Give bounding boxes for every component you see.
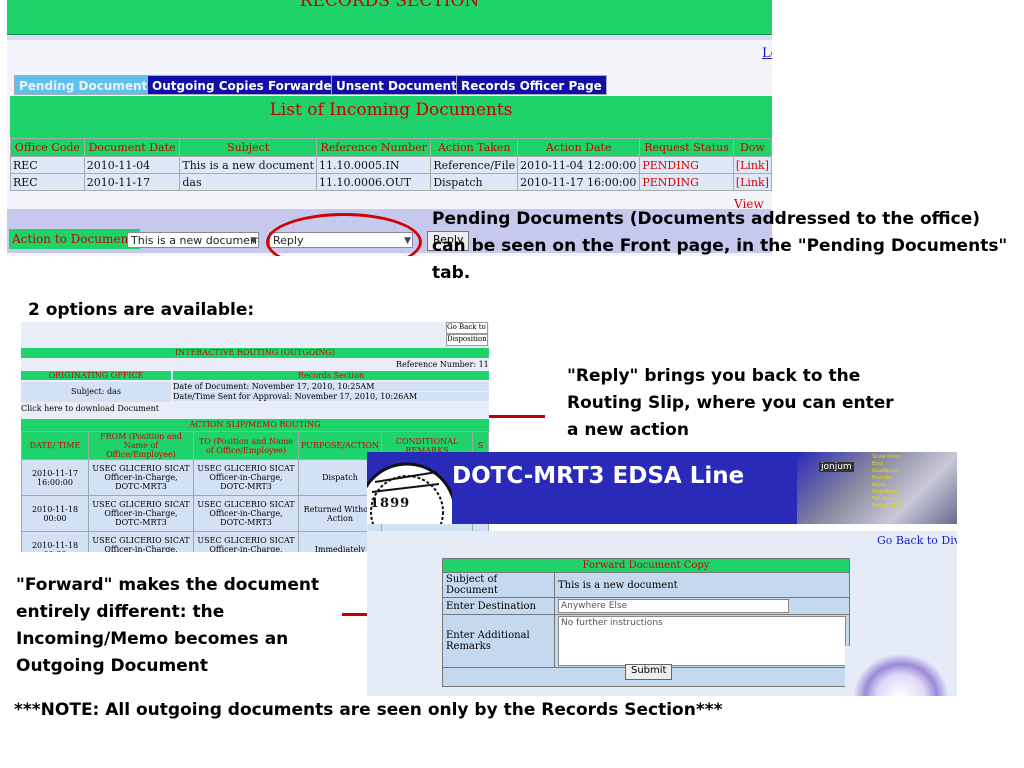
column-header[interactable]: Action Taken [430, 138, 519, 157]
download-link[interactable]: [Link] [732, 173, 772, 191]
chevron-down-icon: ▼ [250, 236, 257, 246]
table-cell: This is a new document [179, 156, 318, 174]
status-cell: PENDING [639, 173, 734, 191]
station-link[interactable]: Guadalupe [872, 468, 901, 475]
table-cell: 2010-11-17 16:00:00 [21, 459, 89, 496]
table-row[interactable]: REC 2010-11-17 das 11.10.0006.OUT Dispat… [10, 173, 772, 191]
section-title: ACTION SLIP/MEMO ROUTING [189, 420, 321, 429]
mrt3-seal-icon [367, 462, 452, 524]
table-row[interactable]: REC 2010-11-04 This is a new document 11… [10, 156, 772, 174]
submit-button[interactable]: Submit [625, 664, 673, 680]
originating-office-label: ORIGINATING OFFICE [48, 371, 144, 380]
column-header[interactable]: Dow [732, 138, 772, 157]
forward-caption: "Forward" makes the document entirely di… [16, 575, 320, 676]
subject-value: This is a new document [554, 572, 850, 598]
remarks-label: Enter Additional Remarks [442, 614, 555, 668]
table-cell: USEC GLICERIO SICAT Officer-in-Charge, D… [193, 459, 299, 496]
action-label: Action to Document: [9, 229, 141, 249]
column-header[interactable]: Document Date [83, 138, 181, 157]
table-cell: 2010-11-04 12:00:00 [517, 156, 641, 174]
tab-outgoing-copies-forwarded[interactable]: Outgoing Copies Forwarded [147, 75, 346, 95]
table-cell: USEC GLICERIO SICAT Officer-in-Charge, D… [88, 531, 194, 552]
options-caption: 2 options are available: [28, 300, 255, 320]
document-select[interactable]: This is a new document ▼ [127, 232, 259, 248]
remarks-textarea[interactable]: No further instructions [558, 616, 846, 666]
column-header[interactable]: Action Date [517, 138, 641, 157]
go-back-button[interactable]: Go Back to [446, 322, 488, 334]
table-cell: USEC GLICERIO SICAT Officer-in-Charge, D… [88, 459, 194, 496]
table-cell: USEC GLICERIO SICAT Officer-in-Charge, D… [193, 531, 299, 552]
station-link[interactable]: Show Room [872, 503, 901, 510]
subject-label: Subject of Document [442, 572, 555, 598]
table-header-row: Office Code Document Date Subject Refere… [10, 138, 772, 157]
download-link[interactable]: [Link] [732, 156, 772, 174]
download-document-link[interactable]: Click here to download Document [21, 404, 159, 413]
station-link[interactable]: Ayala [872, 482, 901, 489]
note-caption: ***NOTE: All outgoing documents are seen… [14, 700, 723, 720]
reply-caption: "Reply" brings you back to the Routing S… [567, 366, 894, 440]
document-select-value: This is a new document [131, 234, 259, 247]
decorative-swirl [845, 646, 957, 696]
tab-records-officer-page[interactable]: Records Officer Page [456, 75, 607, 95]
destination-label: Enter Destination [442, 597, 555, 615]
forward-document-screenshot: Go Back to Divisio Forward Document Copy… [367, 531, 957, 696]
table-cell: 2010-11-18 00:00 [21, 531, 89, 552]
column-header[interactable]: Subject [179, 138, 318, 157]
disposition-button[interactable]: Disposition [446, 334, 488, 346]
table-cell: 2010-11-17 16:00:00 [517, 173, 641, 191]
reference-number: Reference Number: 11.10.000 [396, 360, 489, 369]
column-header: TO (Position and Name of Office/Employee… [193, 431, 299, 460]
destination-input[interactable]: Anywhere Else [558, 599, 789, 613]
station-list: Show Room Boni Guadalupe Buendia Ayala M… [872, 454, 901, 510]
table-cell: 11.10.0006.OUT [316, 173, 432, 191]
table-cell: 2010-11-04 [83, 156, 181, 174]
incoming-documents-table: Office Code Document Date Subject Refere… [10, 138, 772, 191]
banner-title: RECORDS SECTION [299, 0, 480, 11]
tab-pending-documents[interactable]: Pending Documents [14, 75, 160, 95]
station-link[interactable]: Buendia [872, 475, 901, 482]
column-header: FROM (Position and Name of Office/Employ… [88, 431, 194, 460]
logout-link[interactable]: Lo [762, 46, 772, 61]
subject: Subject: das [71, 387, 121, 396]
table-cell: 2010-11-18 00:00 [21, 495, 89, 532]
table-title: List of Incoming Documents [269, 100, 513, 120]
table-cell: USEC GLICERIO SICAT Officer-in-Charge, D… [88, 495, 194, 532]
column-header: DATE/ TIME [21, 431, 89, 460]
table-cell: Reference/File [430, 156, 519, 174]
go-back-link[interactable]: Go Back to Divisio [877, 534, 957, 547]
station-link[interactable]: Taft Avenue [872, 496, 901, 503]
routing-title: INTERACTIVE ROUTING (OUTGOING) [174, 348, 336, 357]
table-cell: REC [10, 156, 85, 174]
form-title: Forward Document Copy [442, 558, 850, 573]
column-header[interactable]: Office Code [10, 138, 85, 157]
column-header[interactable]: Reference Number [316, 138, 432, 157]
mrt3-banner: 1899 DOTC-MRT3 EDSA Line jonjum Show Roo… [367, 452, 957, 524]
table-cell: USEC GLICERIO SICAT Officer-in-Charge, D… [193, 495, 299, 532]
table-cell: Dispatch [430, 173, 519, 191]
banner-title: DOTC-MRT3 EDSA Line [452, 463, 745, 489]
status-cell: PENDING [639, 156, 734, 174]
table-heading-bar: List of Incoming Documents [10, 96, 772, 138]
document-date: Date of Document: November 17, 2010, 10:… [173, 382, 489, 391]
tab-unsent-documents[interactable]: Unsent Documents [331, 75, 469, 95]
station-link[interactable]: Show Room [872, 454, 901, 461]
table-cell: 11.10.0005.IN [316, 156, 432, 174]
pending-caption: Pending Documents (Documents addressed t… [432, 209, 1008, 283]
column-header[interactable]: Request Status [639, 138, 734, 157]
table-cell: REC [10, 173, 85, 191]
station-link[interactable]: Magallanes [872, 489, 901, 496]
records-section-label: Records Section [297, 371, 365, 380]
divider [7, 36, 772, 40]
date-sent: Date/Time Sent for Approval: November 17… [173, 392, 489, 401]
header-banner: RECORDS SECTION [7, 0, 772, 35]
station-link[interactable]: Boni [872, 461, 901, 468]
table-cell: 2010-11-17 [83, 173, 181, 191]
seal-year: 1899 [370, 496, 411, 511]
table-cell: das [179, 173, 318, 191]
